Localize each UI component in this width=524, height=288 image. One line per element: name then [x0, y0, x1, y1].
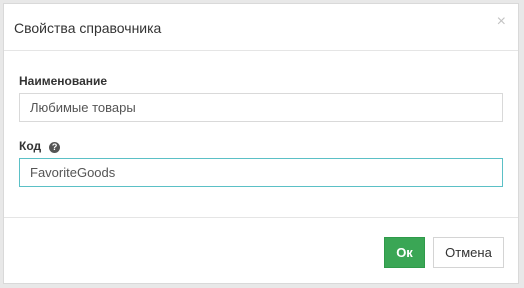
- help-icon[interactable]: ?: [49, 142, 61, 153]
- close-icon[interactable]: ×: [497, 14, 506, 30]
- dialog-header: Свойства справочника ×: [4, 4, 518, 51]
- dictionary-properties-dialog: Свойства справочника × Наименование Код?…: [3, 3, 519, 284]
- name-input[interactable]: [19, 93, 503, 122]
- dialog-title: Свойства справочника: [14, 20, 162, 36]
- cancel-button[interactable]: Отмена: [433, 237, 504, 268]
- code-field-label: Код: [19, 139, 42, 153]
- dialog-footer: Ок Отмена: [4, 217, 518, 285]
- ok-button[interactable]: Ок: [384, 237, 425, 268]
- name-field-label: Наименование: [19, 74, 108, 88]
- code-field-label-row: Код?: [19, 139, 61, 153]
- code-input[interactable]: [19, 158, 503, 187]
